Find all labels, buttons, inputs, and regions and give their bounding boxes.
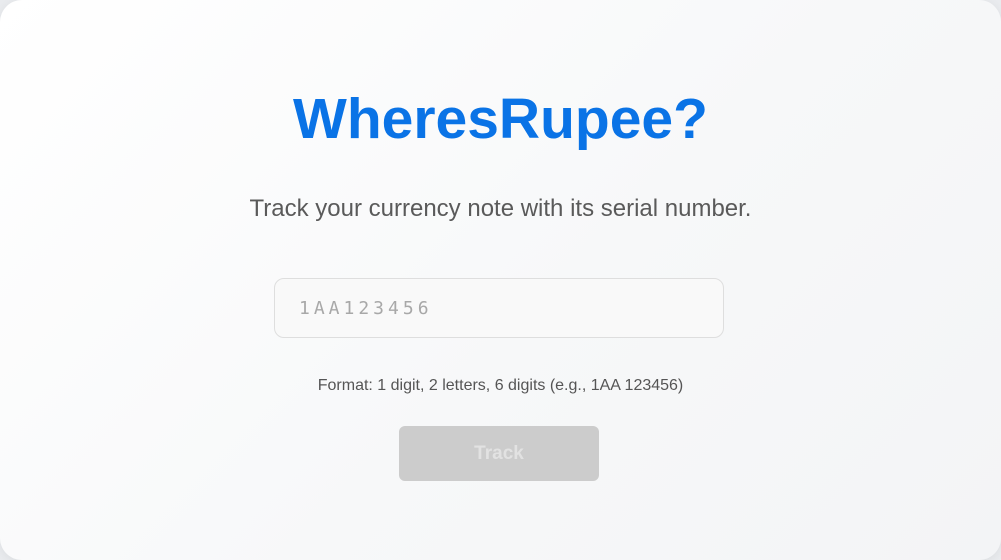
serial-number-input[interactable] (274, 278, 724, 338)
app-subtitle: Track your currency note with its serial… (249, 195, 752, 222)
tracker-card: WheresRupee? Track your currency note wi… (0, 0, 1001, 560)
app-title: WheresRupee? (293, 87, 708, 151)
format-hint: Format: 1 digit, 2 letters, 6 digits (e.… (317, 377, 684, 394)
track-button[interactable]: Track (399, 426, 599, 481)
